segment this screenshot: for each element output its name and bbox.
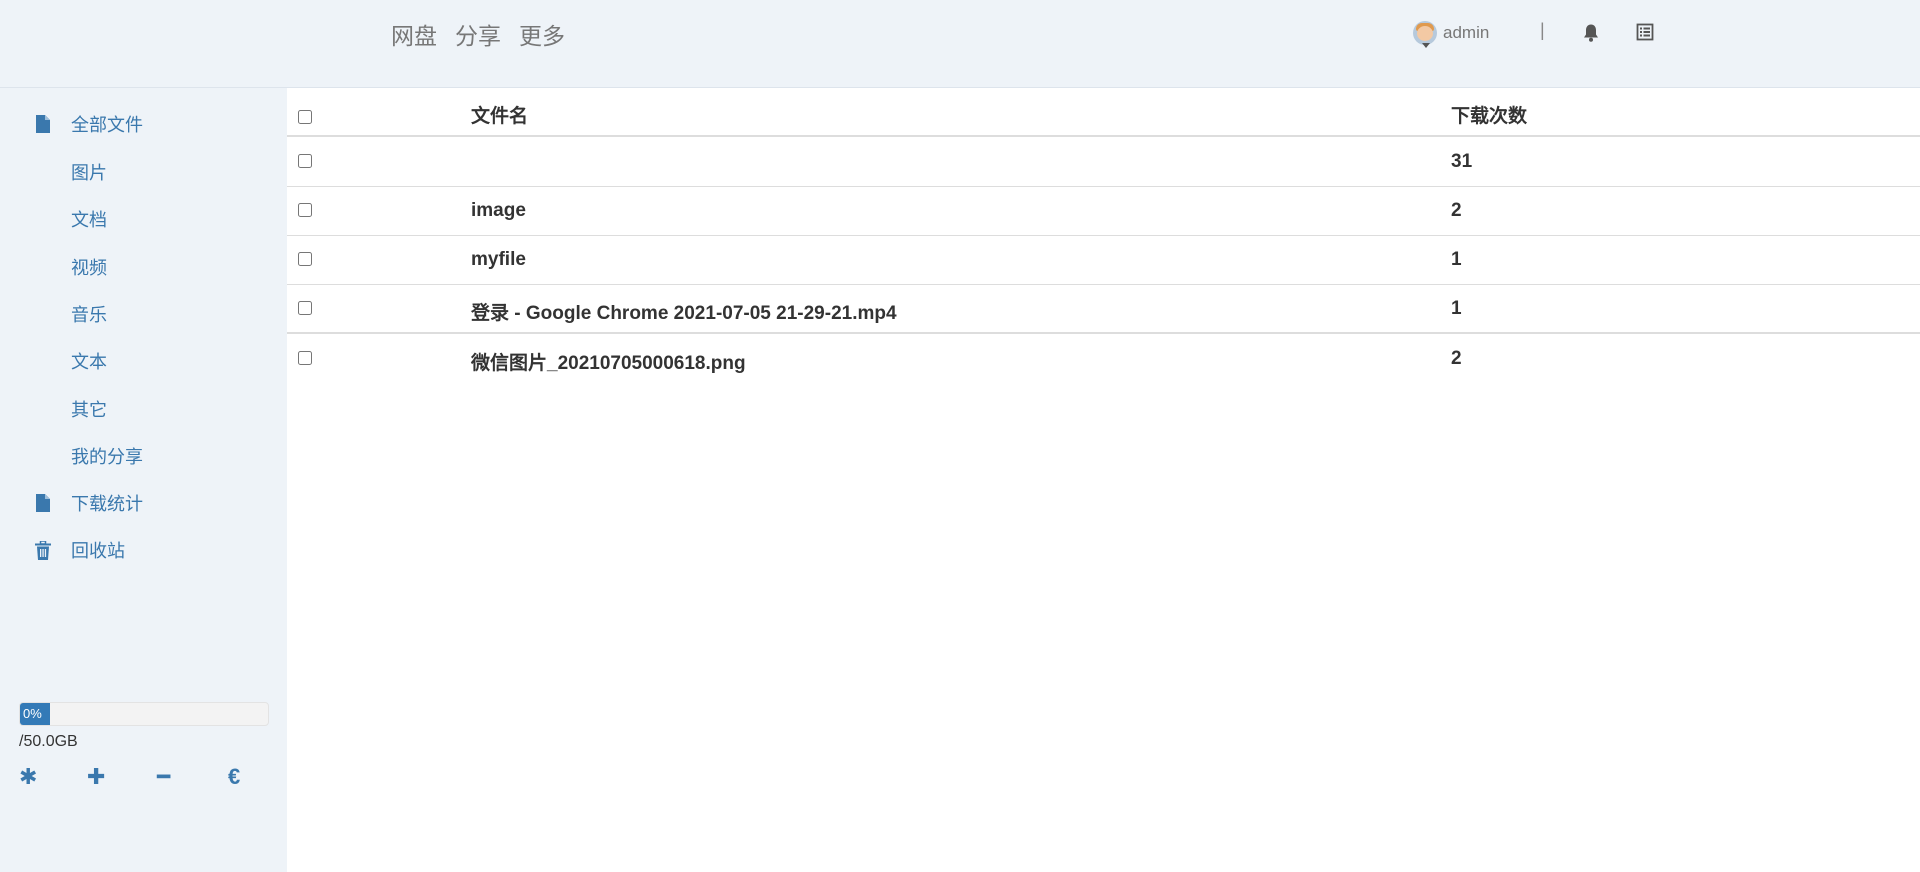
avatar[interactable] (1413, 21, 1437, 45)
file-icon (33, 492, 53, 514)
top-nav: 网盘 分享 更多 (391, 17, 565, 51)
sidebar-item-videos[interactable]: 视频 (0, 247, 287, 287)
file-name[interactable]: image (471, 200, 526, 222)
sidebar-item-label: 下载统计 (71, 494, 143, 514)
file-name[interactable]: 微信图片_20210705000618.png (471, 348, 746, 375)
avatar-face (1417, 26, 1433, 41)
download-count: 1 (1451, 249, 1462, 270)
row-checkbox[interactable] (298, 154, 312, 168)
sidebar-item-label: 其它 (71, 400, 107, 420)
trash-icon (33, 539, 53, 561)
sidebar-item-label: 回收站 (71, 541, 125, 561)
download-count: 2 (1451, 200, 1462, 221)
username[interactable]: admin (1443, 23, 1489, 43)
row-checkbox[interactable] (298, 351, 312, 365)
column-header-downloads[interactable]: 下载次数 (1451, 101, 1527, 128)
download-count: 2 (1451, 348, 1462, 369)
sidebar-item-documents[interactable]: 文档 (0, 199, 287, 239)
asterisk-icon[interactable]: ✱ (19, 765, 37, 789)
table-row[interactable]: myfile 1 (287, 236, 1920, 285)
table-row[interactable]: 微信图片_20210705000618.png 2 (287, 335, 1920, 384)
top-navbar: 网盘 分享 更多 admin | (0, 0, 1920, 88)
header-divider: | (1540, 20, 1545, 40)
sidebar-item-recycle-bin[interactable]: 回收站 (0, 530, 287, 570)
sidebar-item-label: 视频 (71, 258, 107, 278)
nav-link-share[interactable]: 分享 (455, 17, 501, 51)
row-checkbox[interactable] (298, 203, 312, 217)
table-header-row: 文件名 下载次数 (287, 88, 1920, 137)
column-header-filename[interactable]: 文件名 (471, 101, 528, 128)
sidebar-item-text[interactable]: 文本 (0, 341, 287, 381)
user-menu[interactable]: admin (1413, 19, 1489, 48)
table-row[interactable]: 登录 - Google Chrome 2021-07-05 21-29-21.m… (287, 285, 1920, 334)
minus-icon[interactable]: ━ (157, 765, 170, 789)
file-table: 文件名 下载次数 31 image 2 myfile 1 登录 - Google… (287, 88, 1920, 872)
sidebar-item-label: 文档 (71, 210, 107, 230)
nav-link-more[interactable]: 更多 (519, 17, 565, 51)
plus-icon[interactable]: ✚ (87, 765, 105, 789)
sidebar-item-label: 我的分享 (71, 447, 143, 467)
file-name[interactable]: 登录 - Google Chrome 2021-07-05 21-29-21.m… (471, 298, 897, 325)
bell-icon[interactable] (1582, 23, 1600, 43)
sidebar-item-other[interactable]: 其它 (0, 389, 287, 429)
list-icon[interactable] (1636, 23, 1654, 41)
sidebar-item-label: 音乐 (71, 305, 107, 325)
row-checkbox[interactable] (298, 301, 312, 315)
select-all-checkbox[interactable] (298, 110, 312, 124)
storage-progress-bar: 0% (19, 702, 269, 726)
download-count: 1 (1451, 298, 1462, 319)
sidebar-item-my-shares[interactable]: 我的分享 (0, 436, 287, 476)
file-name[interactable]: myfile (471, 249, 526, 271)
table-row[interactable]: 31 (287, 138, 1920, 187)
storage-progress-fill: 0% (20, 703, 50, 725)
sidebar-item-download-stats[interactable]: 下载统计 (0, 483, 287, 523)
sidebar-item-images[interactable]: 图片 (0, 152, 287, 192)
sidebar-item-label: 图片 (71, 163, 107, 183)
file-icon (33, 113, 53, 135)
storage-quota-text: /50.0GB (19, 733, 78, 750)
caret-down-icon (1422, 43, 1430, 48)
table-row[interactable]: image 2 (287, 187, 1920, 236)
euro-icon[interactable]: € (228, 765, 240, 789)
download-count: 31 (1451, 151, 1473, 172)
sidebar-item-label: 文本 (71, 352, 107, 372)
sidebar-item-all-files[interactable]: 全部文件 (0, 104, 287, 144)
sidebar-toolbar: ✱ ✚ ━ € (19, 765, 249, 789)
sidebar-item-label: 全部文件 (71, 115, 143, 135)
nav-link-netdisk[interactable]: 网盘 (391, 17, 437, 51)
sidebar: 全部文件 图片 文档 视频 音乐 文本 其它 我的分享 下载统计 回收站 0% … (0, 88, 287, 872)
sidebar-item-music[interactable]: 音乐 (0, 294, 287, 334)
row-checkbox[interactable] (298, 252, 312, 266)
